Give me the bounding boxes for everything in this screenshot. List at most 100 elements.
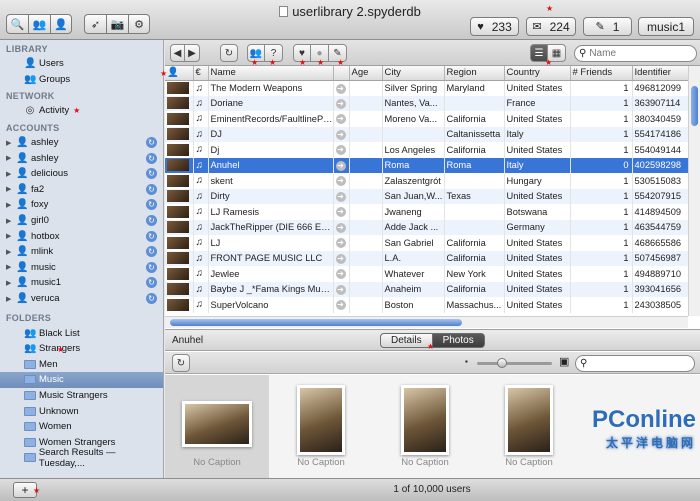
arrow-right-icon[interactable]: ➜ <box>335 114 346 125</box>
photo-tile[interactable]: No Caption <box>269 375 373 478</box>
photos-refresh-button[interactable]: ↻ <box>172 354 190 372</box>
sidebar-folder-item[interactable]: Music <box>0 372 163 388</box>
table-search-input[interactable] <box>589 48 680 59</box>
sidebar-account-item[interactable]: ▶ 👤 hotbox ↻ <box>0 228 163 244</box>
tab-photos[interactable]: Photos <box>431 333 485 348</box>
disclosure-triangle-icon[interactable]: ▶ <box>6 263 11 271</box>
send-button[interactable]: ➶ <box>84 14 106 34</box>
photos-search-field[interactable]: ⚲ <box>575 355 695 372</box>
sidebar-account-item[interactable]: ▶ 👤 music ↻ <box>0 260 163 276</box>
disclosure-triangle-icon[interactable]: ▶ <box>6 279 11 287</box>
photo-tile[interactable]: No Caption <box>477 375 581 478</box>
disclosure-triangle-icon[interactable]: ▶ <box>6 154 11 162</box>
arrow-right-icon[interactable]: ➜ <box>335 145 346 156</box>
add-user-button[interactable]: 👥 <box>28 14 50 34</box>
table-vertical-scrollbar[interactable] <box>688 66 700 316</box>
column-header-friends[interactable]: # Friends <box>570 66 633 81</box>
sidebar-account-item[interactable]: ▶ 👤 veruca ↻ <box>0 291 163 307</box>
column-header-avatar[interactable]: 👤 <box>165 66 194 81</box>
arrow-right-icon[interactable]: ➜ <box>335 191 346 202</box>
table-row[interactable]: ♫ JackTheRipper (DIE 666 EP J... ➜ Adde Jac… <box>165 219 689 235</box>
settings-button[interactable]: ⚙ <box>128 14 150 34</box>
sidebar-folder-item[interactable]: Unknown <box>0 403 163 419</box>
photo-tile[interactable]: No Caption <box>165 375 269 478</box>
column-header-go[interactable] <box>333 66 350 81</box>
comments-counter[interactable]: ✉ 224 <box>526 17 576 36</box>
table-row[interactable]: ♫ LJ Ramesis ➜ Jwaneng Botswana 1 414894509 <box>165 204 689 220</box>
column-header-type[interactable]: € <box>193 66 209 81</box>
vertical-scroll-thumb[interactable] <box>691 86 698 126</box>
thumbnail-size-slider[interactable] <box>477 358 552 368</box>
table-row[interactable]: ♫ SuperVolcano ➜ Boston Massachus... United S… <box>165 297 689 313</box>
table-row[interactable]: ♫ Doriane ➜ Nantes, Va... France 1 363907114 <box>165 95 689 111</box>
sidebar-item-users[interactable]: 👤 Users <box>0 56 163 72</box>
arrow-right-icon[interactable]: ➜ <box>335 129 346 140</box>
table-row[interactable]: ♫ Dirty ➜ San Juan,W... Texas United States 1 5… <box>165 188 689 204</box>
sidebar-item-activity[interactable]: ◎ Activity ★ <box>0 103 163 119</box>
sidebar-account-item[interactable]: ▶ 👤 girl0 ↻ <box>0 213 163 229</box>
column-header-region[interactable]: Region <box>444 66 505 81</box>
disclosure-triangle-icon[interactable]: ▶ <box>6 295 11 303</box>
sync-icon[interactable]: ↻ <box>146 246 157 258</box>
sync-icon[interactable]: ↻ <box>146 230 157 242</box>
table-row[interactable]: ♫ FRONT PAGE MUSIC LLC ➜ L.A. California Unit… <box>165 250 689 266</box>
arrow-right-icon[interactable]: ➜ <box>335 284 346 295</box>
column-header-name[interactable]: Name <box>208 66 334 81</box>
sync-icon[interactable]: ↻ <box>146 261 157 273</box>
column-header-city[interactable]: City <box>382 66 445 81</box>
slider-knob[interactable] <box>497 358 507 368</box>
account-selector[interactable]: music1 <box>638 17 694 36</box>
photo-tile[interactable]: No Caption <box>373 375 477 478</box>
sidebar-folder-item[interactable]: Men <box>0 357 163 373</box>
disclosure-triangle-icon[interactable]: ▶ <box>6 170 11 178</box>
tab-details[interactable]: Details <box>380 333 432 348</box>
table-row[interactable]: ♫ Jewlee ➜ Whatever New York United States 1 49… <box>165 266 689 282</box>
refresh-button[interactable]: ↻ <box>220 44 238 62</box>
sync-icon[interactable]: ↻ <box>146 215 157 227</box>
column-header-age[interactable]: Age <box>349 66 383 81</box>
arrow-right-icon[interactable]: ➜ <box>335 238 346 249</box>
sync-icon[interactable]: ↻ <box>146 183 157 195</box>
table-row[interactable]: ♫ skent ➜ Zalaszentgrót Hungary 1 530515083 <box>165 173 689 189</box>
sync-icon[interactable]: ↻ <box>146 137 157 149</box>
arrow-right-icon[interactable]: ➜ <box>335 300 346 311</box>
sidebar-account-item[interactable]: ▶ 👤 ashley ↻ <box>0 135 163 151</box>
arrow-right-icon[interactable]: ➜ <box>335 269 346 280</box>
disclosure-triangle-icon[interactable]: ▶ <box>6 248 11 256</box>
sidebar-folder-item[interactable]: 👥 Strangers <box>0 341 163 357</box>
horizontal-scroll-thumb[interactable] <box>170 319 462 326</box>
sync-icon[interactable]: ↻ <box>146 293 157 305</box>
camera-button[interactable]: 📷 <box>106 14 128 34</box>
search-button[interactable]: 🔍 <box>6 14 28 34</box>
back-button[interactable]: ◀ <box>170 44 185 62</box>
compose-counter[interactable]: ✎ 1 <box>583 17 632 36</box>
column-header-identifier[interactable]: Identifier <box>632 66 689 81</box>
disclosure-triangle-icon[interactable]: ▶ <box>6 139 11 147</box>
forward-button[interactable]: ▶ <box>185 44 200 62</box>
sync-icon[interactable]: ↻ <box>146 152 157 164</box>
disclosure-triangle-icon[interactable]: ▶ <box>6 232 11 240</box>
arrow-right-icon[interactable]: ➜ <box>335 176 346 187</box>
sidebar-account-item[interactable]: ▶ 👤 music1 ↻ <box>0 275 163 291</box>
disclosure-triangle-icon[interactable]: ▶ <box>6 201 11 209</box>
table-row[interactable]: ♫ Baybe J _*Fama Kings Music*_ ➜ Anaheim Cal… <box>165 281 689 297</box>
sidebar-account-item[interactable]: ▶ 👤 foxy ↻ <box>0 197 163 213</box>
table-row[interactable]: ♫ EminentRecords/FaultlinePr... ➜ Moreno Va… <box>165 111 689 127</box>
sidebar-folder-item[interactable]: Music Strangers <box>0 388 163 404</box>
table-horizontal-scrollbar[interactable] <box>165 316 688 328</box>
table-row[interactable]: ♫ Dj ➜ Los Angeles California United States 1 5… <box>165 142 689 158</box>
disclosure-triangle-icon[interactable]: ▶ <box>6 185 11 193</box>
photos-search-input[interactable] <box>590 358 681 369</box>
table-search-field[interactable]: ⚲ <box>574 45 697 62</box>
arrow-right-icon[interactable]: ➜ <box>335 253 346 264</box>
sidebar-account-item[interactable]: ▶ 👤 fa2 ↻ <box>0 182 163 198</box>
sync-icon[interactable]: ↻ <box>146 277 157 289</box>
sidebar-item-groups[interactable]: 👥 Groups <box>0 72 163 88</box>
sidebar-account-item[interactable]: ▶ 👤 delicious ↻ <box>0 166 163 182</box>
arrow-right-icon[interactable]: ➜ <box>335 98 346 109</box>
table-row[interactable]: ♫ DJ ➜ Caltanissetta Italy 1 554174186 <box>165 126 689 142</box>
arrow-right-icon[interactable]: ➜ <box>335 160 346 171</box>
sync-icon[interactable]: ↻ <box>146 168 157 180</box>
column-header-country[interactable]: Country <box>504 66 571 81</box>
table-row[interactable]: ♫ LJ ➜ San Gabriel California United States 1 4… <box>165 235 689 251</box>
